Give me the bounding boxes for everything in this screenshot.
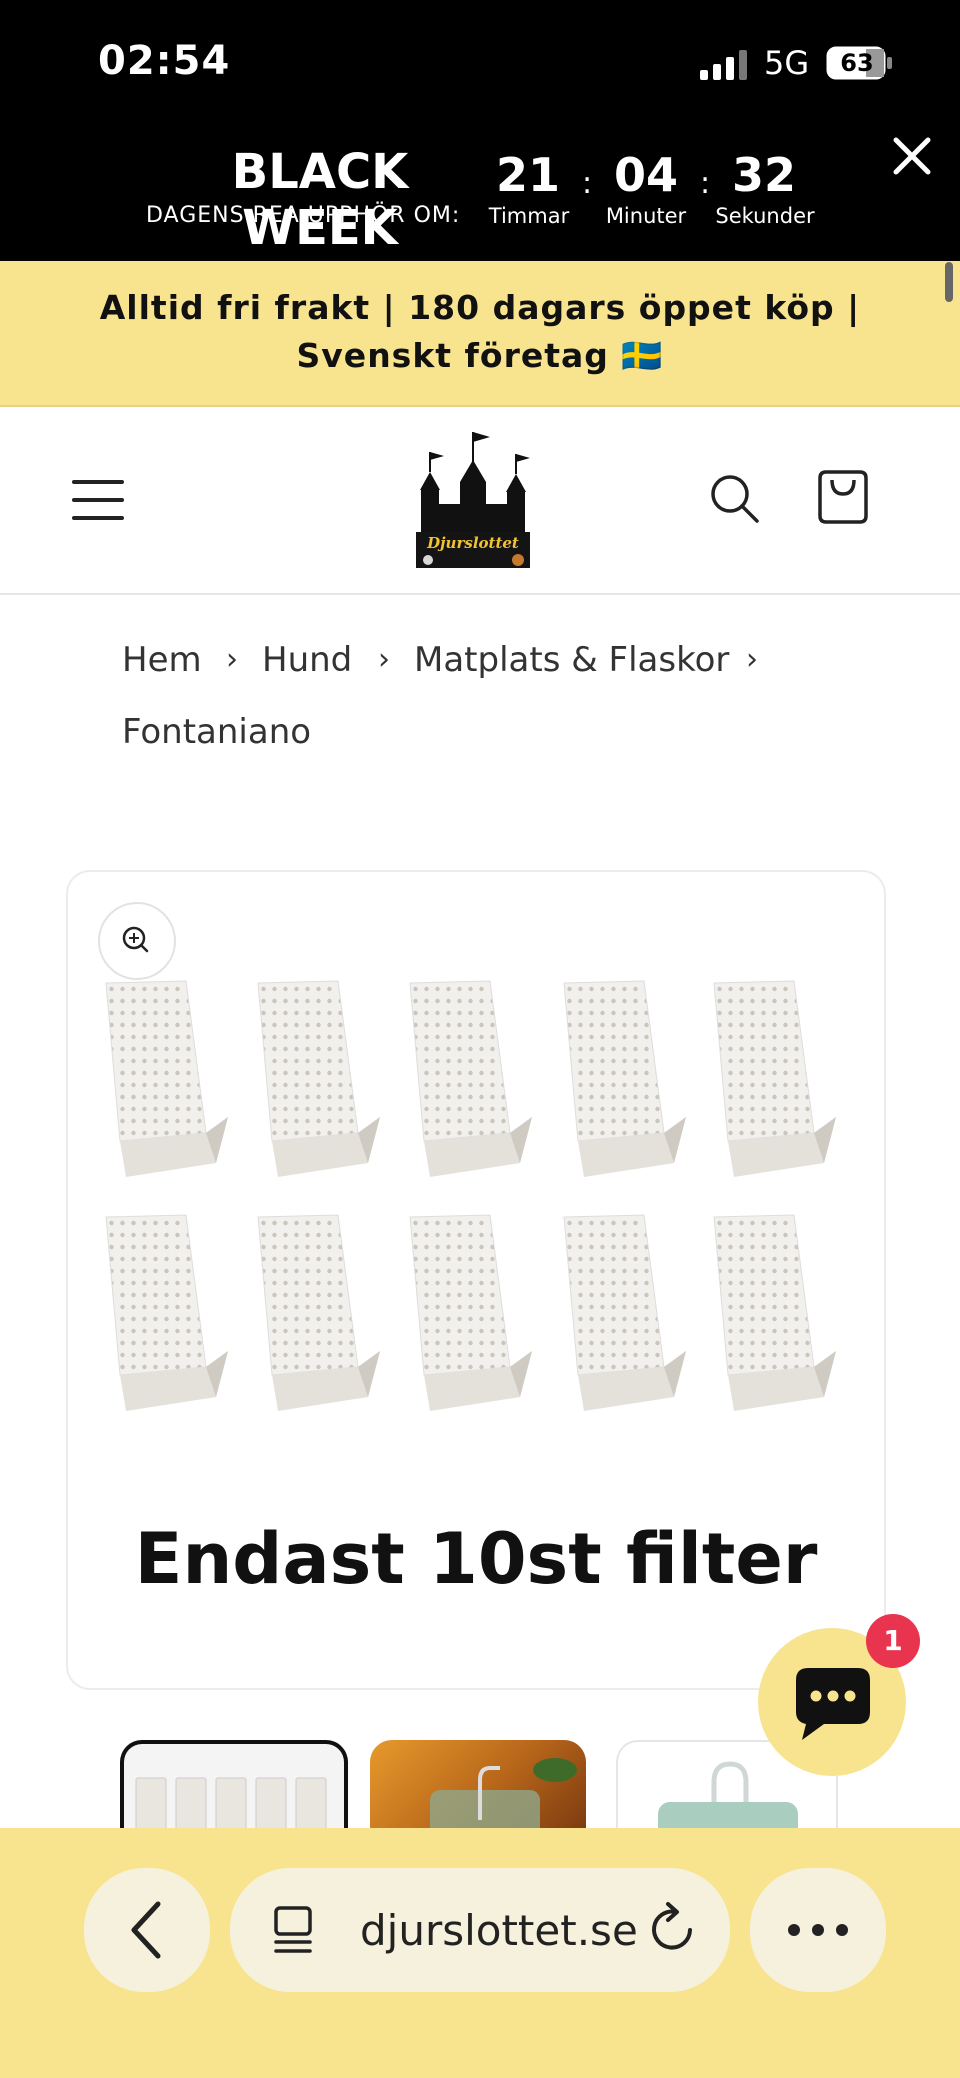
zoom-in-icon (122, 926, 149, 953)
breadcrumb-separator: › (378, 642, 390, 677)
chevron-left-icon (131, 1901, 161, 1959)
more-icon (788, 1924, 848, 1936)
scrollbar-thumb[interactable] (945, 262, 953, 302)
network-type: 5G (764, 44, 810, 82)
thumbnail-1[interactable] (120, 1740, 348, 1834)
menu-icon[interactable] (72, 478, 124, 522)
product-image-caption: Endast 10st filter (134, 1518, 818, 1600)
countdown-minutes-label: Minuter (605, 204, 687, 228)
site-logo[interactable]: Djurslottet (416, 430, 530, 570)
reload-icon[interactable] (646, 1900, 700, 1958)
shipping-text-line1: Alltid fri frakt | 180 dagars öppet köp … (99, 288, 861, 327)
shipping-text-line2: Svenskt företag 🇸🇪 (296, 336, 664, 375)
castle-logo-icon: Djurslottet (416, 432, 530, 568)
filter-row-bottom (105, 1214, 836, 1411)
shipping-banner (0, 261, 960, 407)
status-time: 02:54 (98, 38, 231, 84)
zoom-button[interactable] (98, 902, 176, 980)
countdown-minutes: 04 (613, 148, 678, 202)
filter-cartridges-image (105, 980, 836, 1411)
breadcrumb-feeding[interactable]: Matplats & Flaskor (414, 640, 729, 680)
countdown-separator: : (582, 166, 593, 201)
thumbnail-filters-icon (135, 1777, 327, 1834)
black-week-title: BLACK WEEK (231, 144, 409, 256)
battery-level: 63 (840, 49, 874, 77)
countdown-seconds-label: Sekunder (715, 204, 815, 228)
url-text[interactable]: djurslottet.se (360, 1906, 638, 1955)
more-options-button[interactable] (750, 1868, 886, 1992)
reader-mode-icon[interactable] (270, 1904, 318, 1956)
signal-icon (700, 50, 747, 80)
countdown-seconds: 32 (731, 148, 796, 202)
countdown-hours: 21 (495, 148, 560, 202)
countdown-separator: : (700, 166, 711, 201)
chat-notification-badge: 1 (866, 1614, 920, 1668)
countdown-hours-label: Timmar (488, 204, 570, 228)
breadcrumb-separator: › (746, 642, 758, 677)
thumbnail-fountain-photo-icon (430, 1758, 577, 1830)
thumbnail-2[interactable] (370, 1740, 586, 1830)
filter-row-top (105, 980, 836, 1177)
breadcrumb-current: Fontaniano (122, 712, 312, 752)
battery-icon: 63 (826, 46, 894, 80)
breadcrumb-home[interactable]: Hem (122, 640, 202, 680)
search-icon[interactable] (708, 472, 760, 524)
logo-text: Djurslottet (426, 534, 519, 552)
back-button[interactable] (84, 1868, 210, 1992)
breadcrumb-separator: › (226, 642, 238, 677)
cart-icon[interactable] (816, 468, 870, 526)
breadcrumb-dog[interactable]: Hund (262, 640, 352, 680)
close-icon[interactable] (886, 130, 938, 182)
sale-ends-label: DAGENS REA UPPHÖR OM: (146, 203, 461, 228)
